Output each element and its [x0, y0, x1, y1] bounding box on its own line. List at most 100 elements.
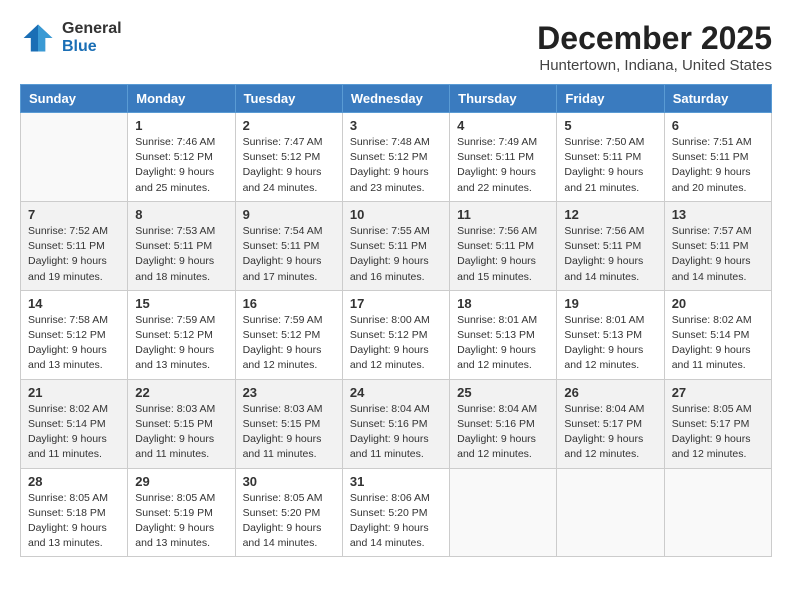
calendar-week-3: 14 Sunrise: 7:58 AMSunset: 5:12 PMDaylig… — [21, 290, 772, 379]
calendar-cell: 8 Sunrise: 7:53 AMSunset: 5:11 PMDayligh… — [128, 201, 235, 290]
calendar-header-row: SundayMondayTuesdayWednesdayThursdayFrid… — [21, 85, 772, 113]
calendar-cell — [664, 468, 771, 557]
day-number: 15 — [135, 296, 227, 311]
day-info: Sunrise: 8:06 AMSunset: 5:20 PMDaylight:… — [350, 491, 442, 552]
calendar-cell: 26 Sunrise: 8:04 AMSunset: 5:17 PMDaylig… — [557, 379, 664, 468]
day-info: Sunrise: 7:59 AMSunset: 5:12 PMDaylight:… — [135, 313, 227, 374]
calendar-cell: 12 Sunrise: 7:56 AMSunset: 5:11 PMDaylig… — [557, 201, 664, 290]
day-number: 7 — [28, 207, 120, 222]
day-info: Sunrise: 8:00 AMSunset: 5:12 PMDaylight:… — [350, 313, 442, 374]
day-number: 31 — [350, 474, 442, 489]
day-info: Sunrise: 8:01 AMSunset: 5:13 PMDaylight:… — [564, 313, 656, 374]
calendar-cell: 21 Sunrise: 8:02 AMSunset: 5:14 PMDaylig… — [21, 379, 128, 468]
day-number: 1 — [135, 118, 227, 133]
day-number: 16 — [243, 296, 335, 311]
calendar-cell — [557, 468, 664, 557]
calendar-cell: 11 Sunrise: 7:56 AMSunset: 5:11 PMDaylig… — [450, 201, 557, 290]
calendar-header-wednesday: Wednesday — [342, 85, 449, 113]
calendar-table: SundayMondayTuesdayWednesdayThursdayFrid… — [20, 84, 772, 557]
day-info: Sunrise: 7:58 AMSunset: 5:12 PMDaylight:… — [28, 313, 120, 374]
page-header: General Blue December 2025 Huntertown, I… — [20, 20, 772, 74]
day-info: Sunrise: 7:56 AMSunset: 5:11 PMDaylight:… — [457, 224, 549, 285]
calendar-cell: 17 Sunrise: 8:00 AMSunset: 5:12 PMDaylig… — [342, 290, 449, 379]
calendar-cell: 14 Sunrise: 7:58 AMSunset: 5:12 PMDaylig… — [21, 290, 128, 379]
calendar-header-friday: Friday — [557, 85, 664, 113]
calendar-cell: 18 Sunrise: 8:01 AMSunset: 5:13 PMDaylig… — [450, 290, 557, 379]
day-info: Sunrise: 8:05 AMSunset: 5:19 PMDaylight:… — [135, 491, 227, 552]
calendar-cell: 10 Sunrise: 7:55 AMSunset: 5:11 PMDaylig… — [342, 201, 449, 290]
day-info: Sunrise: 8:05 AMSunset: 5:20 PMDaylight:… — [243, 491, 335, 552]
day-number: 17 — [350, 296, 442, 311]
day-number: 29 — [135, 474, 227, 489]
calendar-cell: 27 Sunrise: 8:05 AMSunset: 5:17 PMDaylig… — [664, 379, 771, 468]
day-info: Sunrise: 8:02 AMSunset: 5:14 PMDaylight:… — [28, 402, 120, 463]
day-number: 27 — [672, 385, 764, 400]
day-info: Sunrise: 7:46 AMSunset: 5:12 PMDaylight:… — [135, 135, 227, 196]
calendar-header-sunday: Sunday — [21, 85, 128, 113]
day-number: 18 — [457, 296, 549, 311]
calendar-cell: 24 Sunrise: 8:04 AMSunset: 5:16 PMDaylig… — [342, 379, 449, 468]
day-info: Sunrise: 7:55 AMSunset: 5:11 PMDaylight:… — [350, 224, 442, 285]
day-number: 10 — [350, 207, 442, 222]
calendar-cell: 16 Sunrise: 7:59 AMSunset: 5:12 PMDaylig… — [235, 290, 342, 379]
calendar-cell: 15 Sunrise: 7:59 AMSunset: 5:12 PMDaylig… — [128, 290, 235, 379]
calendar-cell: 25 Sunrise: 8:04 AMSunset: 5:16 PMDaylig… — [450, 379, 557, 468]
day-number: 2 — [243, 118, 335, 133]
calendar-cell: 13 Sunrise: 7:57 AMSunset: 5:11 PMDaylig… — [664, 201, 771, 290]
day-number: 20 — [672, 296, 764, 311]
logo-text: General Blue — [62, 20, 122, 55]
day-number: 30 — [243, 474, 335, 489]
day-number: 12 — [564, 207, 656, 222]
title-block: December 2025 Huntertown, Indiana, Unite… — [537, 20, 772, 74]
day-number: 13 — [672, 207, 764, 222]
day-info: Sunrise: 7:56 AMSunset: 5:11 PMDaylight:… — [564, 224, 656, 285]
calendar-cell: 28 Sunrise: 8:05 AMSunset: 5:18 PMDaylig… — [21, 468, 128, 557]
day-number: 19 — [564, 296, 656, 311]
calendar-cell: 20 Sunrise: 8:02 AMSunset: 5:14 PMDaylig… — [664, 290, 771, 379]
calendar-header-saturday: Saturday — [664, 85, 771, 113]
day-info: Sunrise: 7:52 AMSunset: 5:11 PMDaylight:… — [28, 224, 120, 285]
logo-general-text: General — [62, 20, 122, 38]
day-info: Sunrise: 8:05 AMSunset: 5:18 PMDaylight:… — [28, 491, 120, 552]
day-info: Sunrise: 8:04 AMSunset: 5:16 PMDaylight:… — [457, 402, 549, 463]
day-number: 3 — [350, 118, 442, 133]
day-info: Sunrise: 7:48 AMSunset: 5:12 PMDaylight:… — [350, 135, 442, 196]
day-info: Sunrise: 7:53 AMSunset: 5:11 PMDaylight:… — [135, 224, 227, 285]
day-info: Sunrise: 8:02 AMSunset: 5:14 PMDaylight:… — [672, 313, 764, 374]
day-number: 21 — [28, 385, 120, 400]
day-info: Sunrise: 7:49 AMSunset: 5:11 PMDaylight:… — [457, 135, 549, 196]
calendar-cell: 29 Sunrise: 8:05 AMSunset: 5:19 PMDaylig… — [128, 468, 235, 557]
day-info: Sunrise: 8:03 AMSunset: 5:15 PMDaylight:… — [243, 402, 335, 463]
calendar-cell: 2 Sunrise: 7:47 AMSunset: 5:12 PMDayligh… — [235, 113, 342, 202]
day-info: Sunrise: 7:54 AMSunset: 5:11 PMDaylight:… — [243, 224, 335, 285]
location-title: Huntertown, Indiana, United States — [537, 57, 772, 74]
day-info: Sunrise: 8:04 AMSunset: 5:16 PMDaylight:… — [350, 402, 442, 463]
day-number: 11 — [457, 207, 549, 222]
calendar-cell: 3 Sunrise: 7:48 AMSunset: 5:12 PMDayligh… — [342, 113, 449, 202]
calendar-cell — [21, 113, 128, 202]
day-number: 8 — [135, 207, 227, 222]
calendar-cell — [450, 468, 557, 557]
day-number: 9 — [243, 207, 335, 222]
day-number: 6 — [672, 118, 764, 133]
calendar-header-monday: Monday — [128, 85, 235, 113]
calendar-header-thursday: Thursday — [450, 85, 557, 113]
day-number: 22 — [135, 385, 227, 400]
day-number: 25 — [457, 385, 549, 400]
calendar-cell: 30 Sunrise: 8:05 AMSunset: 5:20 PMDaylig… — [235, 468, 342, 557]
day-info: Sunrise: 7:57 AMSunset: 5:11 PMDaylight:… — [672, 224, 764, 285]
day-number: 26 — [564, 385, 656, 400]
calendar-week-4: 21 Sunrise: 8:02 AMSunset: 5:14 PMDaylig… — [21, 379, 772, 468]
day-number: 14 — [28, 296, 120, 311]
calendar-cell: 31 Sunrise: 8:06 AMSunset: 5:20 PMDaylig… — [342, 468, 449, 557]
logo-blue-text: Blue — [62, 38, 122, 56]
calendar-cell: 22 Sunrise: 8:03 AMSunset: 5:15 PMDaylig… — [128, 379, 235, 468]
day-number: 28 — [28, 474, 120, 489]
calendar-cell: 5 Sunrise: 7:50 AMSunset: 5:11 PMDayligh… — [557, 113, 664, 202]
day-info: Sunrise: 7:47 AMSunset: 5:12 PMDaylight:… — [243, 135, 335, 196]
calendar-body: 1 Sunrise: 7:46 AMSunset: 5:12 PMDayligh… — [21, 113, 772, 557]
calendar-cell: 19 Sunrise: 8:01 AMSunset: 5:13 PMDaylig… — [557, 290, 664, 379]
calendar-header-tuesday: Tuesday — [235, 85, 342, 113]
calendar-week-2: 7 Sunrise: 7:52 AMSunset: 5:11 PMDayligh… — [21, 201, 772, 290]
day-info: Sunrise: 7:51 AMSunset: 5:11 PMDaylight:… — [672, 135, 764, 196]
